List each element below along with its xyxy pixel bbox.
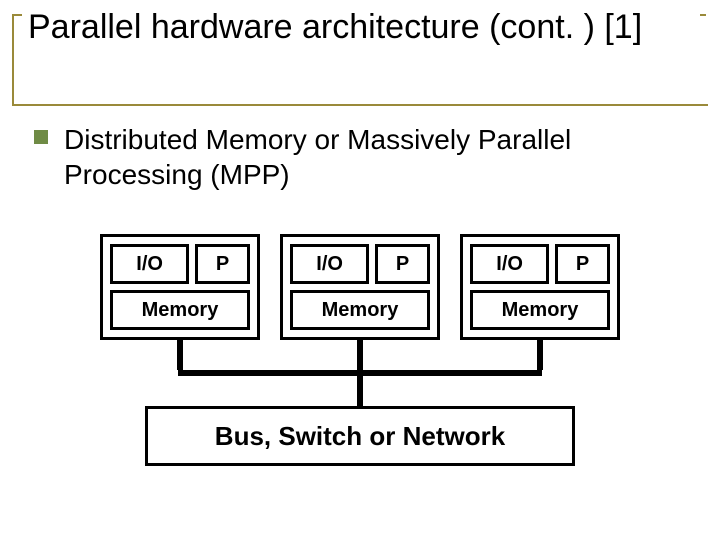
- bullet-item: Distributed Memory or Massively Parallel…: [34, 122, 680, 192]
- connector-line-icon: [280, 340, 440, 370]
- compute-node-1: I/O P Memory: [100, 234, 260, 340]
- io-box: I/O: [110, 244, 189, 284]
- node-connectors: [100, 340, 620, 370]
- node-row: I/O P Memory I/O P Memory I/O P Memory: [100, 234, 620, 340]
- memory-box: Memory: [110, 290, 250, 330]
- drop-connector-icon: [357, 376, 363, 406]
- memory-box: Memory: [290, 290, 430, 330]
- bullet-text: Distributed Memory or Massively Parallel…: [64, 122, 680, 192]
- processor-box: P: [555, 244, 610, 284]
- mpp-diagram: I/O P Memory I/O P Memory I/O P Memory B…: [100, 234, 620, 466]
- processor-box: P: [375, 244, 430, 284]
- io-box: I/O: [470, 244, 549, 284]
- slide-title: Parallel hardware architecture (cont. ) …: [22, 4, 700, 49]
- compute-node-3: I/O P Memory: [460, 234, 620, 340]
- processor-box: P: [195, 244, 250, 284]
- connector-line-icon: [460, 340, 620, 370]
- connector-line-icon: [100, 340, 260, 370]
- bullet-square-icon: [34, 130, 48, 144]
- memory-box: Memory: [470, 290, 610, 330]
- slide-body: Distributed Memory or Massively Parallel…: [34, 122, 680, 192]
- bus-switch-network-box: Bus, Switch or Network: [145, 406, 575, 466]
- io-box: I/O: [290, 244, 369, 284]
- compute-node-2: I/O P Memory: [280, 234, 440, 340]
